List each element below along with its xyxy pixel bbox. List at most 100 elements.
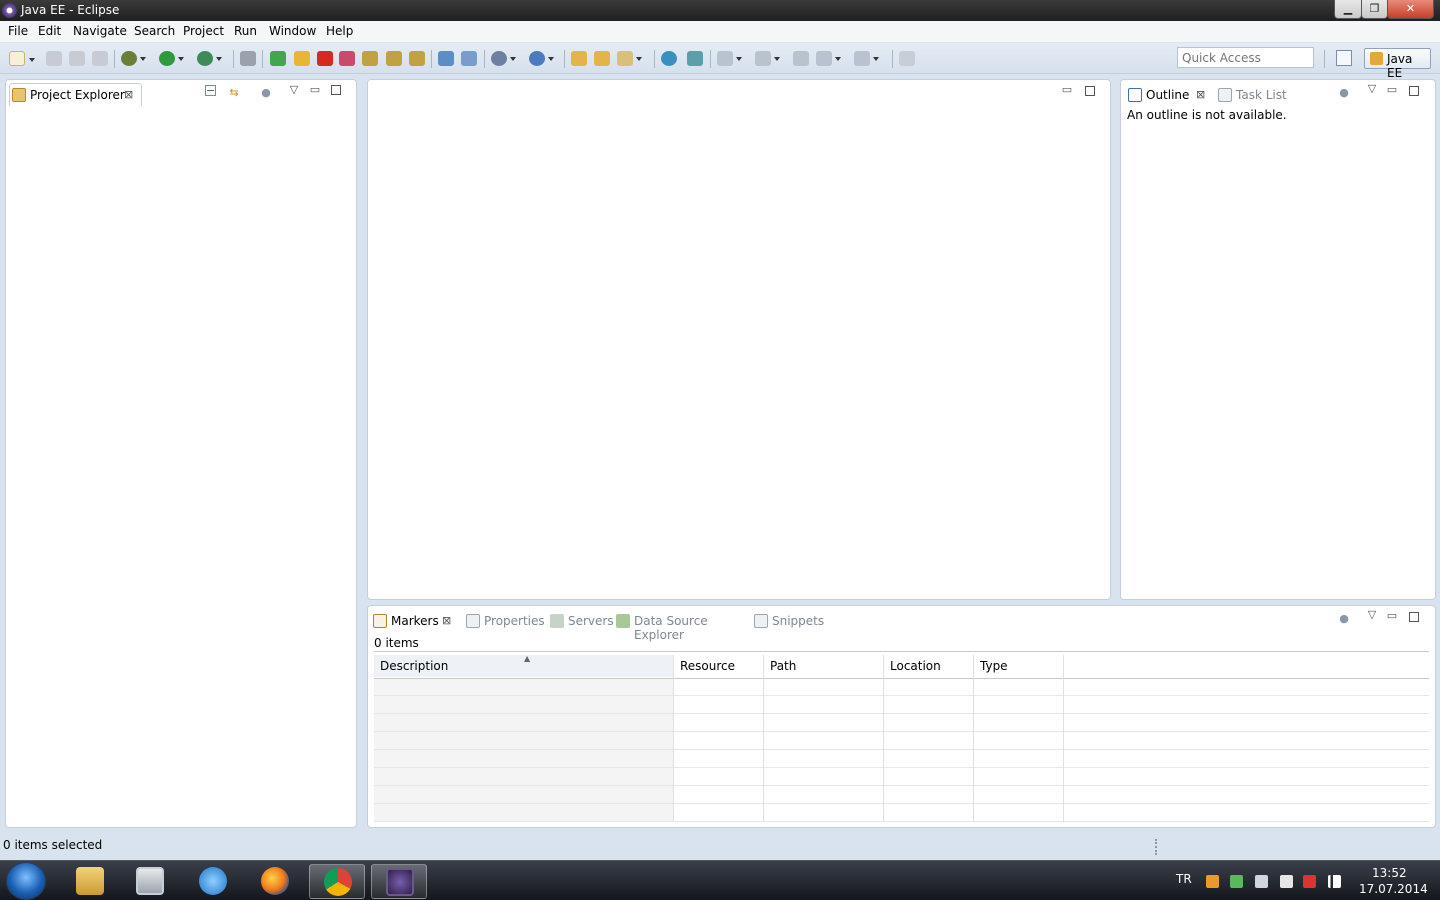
- window-title-bar[interactable]: Java EE - Eclipse ▁ ❐ ✕: [0, 0, 1440, 21]
- column-header-location[interactable]: Location: [884, 655, 974, 677]
- taskbar-internet-explorer[interactable]: [185, 864, 241, 899]
- last-edit-location-icon[interactable]: [793, 51, 809, 66]
- use-step-filters-icon[interactable]: [438, 51, 454, 66]
- minimize-view-icon[interactable]: ▭: [1385, 609, 1399, 623]
- column-header-resource[interactable]: Resource: [674, 655, 764, 677]
- tab-servers[interactable]: Servers: [548, 610, 614, 633]
- view-settings-icon[interactable]: ●: [1337, 612, 1351, 626]
- tab-data-source-explorer[interactable]: Data Source Explorer: [614, 610, 750, 642]
- next-annotation-icon[interactable]: [717, 51, 742, 66]
- open-resource-icon[interactable]: [594, 51, 610, 66]
- column-divider: [673, 655, 674, 822]
- maximize-view-icon[interactable]: [1409, 612, 1419, 622]
- quick-access-input[interactable]: [1177, 47, 1314, 68]
- save-all-icon[interactable]: [69, 51, 85, 66]
- column-header-path[interactable]: Path: [764, 655, 884, 677]
- tab-project-explorer[interactable]: Project Explorer ⊠: [9, 83, 142, 106]
- open-perspective-icon[interactable]: [1336, 50, 1352, 66]
- taskbar-eclipse-javaee[interactable]: [371, 864, 427, 899]
- forward-icon[interactable]: [854, 51, 879, 66]
- taskbar-firefox[interactable]: [247, 864, 303, 899]
- tab-markers[interactable]: Markers ⊠: [371, 610, 459, 633]
- suspend-icon[interactable]: [294, 51, 310, 66]
- close-button[interactable]: ✕: [1387, 0, 1434, 19]
- menu-window[interactable]: Window: [269, 24, 316, 38]
- maximize-view-icon[interactable]: [1409, 86, 1419, 96]
- close-tab-icon[interactable]: ⊠: [442, 614, 451, 627]
- menu-file[interactable]: File: [8, 24, 28, 38]
- column-header-description[interactable]: Description ▲: [374, 654, 674, 677]
- view-settings-icon[interactable]: ●: [1337, 86, 1351, 100]
- power-icon[interactable]: [1303, 875, 1316, 888]
- drop-to-frame-icon[interactable]: [461, 51, 477, 66]
- debug-icon[interactable]: [121, 51, 146, 66]
- status-bar-grip[interactable]: [1155, 839, 1157, 855]
- tab-properties[interactable]: Properties: [464, 610, 545, 633]
- collapse-all-icon[interactable]: −: [205, 85, 216, 96]
- language-indicator[interactable]: TR: [1176, 872, 1192, 886]
- step-into-icon[interactable]: [362, 51, 378, 66]
- menu-help[interactable]: Help: [326, 24, 353, 38]
- network-signal-icon[interactable]: [1328, 875, 1341, 888]
- view-menu-icon[interactable]: ▽: [1365, 608, 1379, 622]
- minimize-button[interactable]: ▁: [1334, 0, 1362, 19]
- view-menu-icon[interactable]: ▽: [287, 83, 301, 97]
- taskbar-chrome[interactable]: [309, 864, 365, 899]
- taskbar-media-player[interactable]: [122, 864, 178, 899]
- taskbar-explorer[interactable]: [62, 864, 118, 899]
- menu-edit[interactable]: Edit: [38, 24, 61, 38]
- run-icon[interactable]: [159, 51, 184, 66]
- step-over-icon[interactable]: [386, 51, 402, 66]
- maximize-button[interactable]: ❐: [1361, 0, 1388, 19]
- new-class-icon[interactable]: [529, 51, 554, 66]
- menu-project[interactable]: Project: [183, 24, 224, 38]
- maximize-editor-icon[interactable]: [1085, 86, 1095, 96]
- link-with-editor-icon[interactable]: ⇆: [227, 86, 241, 100]
- tab-outline[interactable]: Outline ⊠: [1126, 84, 1208, 107]
- print-icon[interactable]: [92, 51, 108, 66]
- toggle-ant-editor-icon[interactable]: [687, 51, 703, 66]
- disconnect-icon[interactable]: [339, 51, 355, 66]
- open-type-icon[interactable]: [571, 51, 587, 66]
- column-header-type[interactable]: Type: [974, 655, 1064, 677]
- new-server-icon[interactable]: [491, 51, 516, 66]
- view-settings-icon[interactable]: ●: [259, 86, 273, 100]
- resume-icon[interactable]: [270, 51, 286, 66]
- close-tab-icon[interactable]: ⊠: [1196, 88, 1205, 101]
- clock-time[interactable]: 13:52: [1372, 866, 1407, 880]
- view-menu-icon[interactable]: ▽: [1365, 82, 1379, 96]
- search-tool-icon[interactable]: [617, 51, 642, 66]
- editor-area[interactable]: ▭: [367, 79, 1111, 600]
- update-icon[interactable]: [1206, 875, 1219, 888]
- back-icon[interactable]: [816, 51, 841, 66]
- pin-editor-icon[interactable]: [899, 51, 915, 66]
- outline-panel: Outline ⊠ Task List ● ▽ ▭ An outline is …: [1120, 79, 1436, 600]
- start-button[interactable]: [6, 862, 46, 900]
- markers-table[interactable]: Description ▲ Resource Path Location Typ…: [374, 651, 1429, 822]
- close-tab-icon[interactable]: ⊠: [124, 88, 133, 101]
- terminate-icon[interactable]: [317, 51, 333, 66]
- menu-run[interactable]: Run: [234, 24, 257, 38]
- new-icon[interactable]: [9, 51, 35, 66]
- menu-search[interactable]: Search: [134, 24, 175, 38]
- maximize-view-icon[interactable]: [331, 85, 341, 95]
- save-icon[interactable]: [46, 51, 62, 66]
- previous-annotation-icon[interactable]: [755, 51, 780, 66]
- web-browser-icon[interactable]: [661, 51, 677, 66]
- security-icon[interactable]: [1230, 875, 1243, 888]
- minimize-view-icon[interactable]: ▭: [1385, 83, 1399, 97]
- perspective-javaee-button[interactable]: Java EE: [1364, 48, 1431, 80]
- minimize-view-icon[interactable]: ▭: [308, 83, 322, 97]
- tab-snippets[interactable]: Snippets: [752, 610, 826, 633]
- run-external-tools-icon[interactable]: [197, 51, 222, 66]
- action-center-flag-icon[interactable]: [1280, 875, 1293, 888]
- step-return-icon[interactable]: [409, 51, 425, 66]
- minimize-editor-icon[interactable]: ▭: [1060, 83, 1074, 97]
- tab-task-list[interactable]: Task List: [1216, 84, 1296, 107]
- clock-date[interactable]: 17.07.2014: [1359, 882, 1428, 896]
- volume-icon[interactable]: [1255, 875, 1268, 888]
- skip-breakpoints-icon[interactable]: [240, 51, 256, 66]
- eclipse-app-icon: [2, 3, 17, 18]
- folder-icon: [76, 867, 104, 895]
- menu-navigate[interactable]: Navigate: [73, 24, 127, 38]
